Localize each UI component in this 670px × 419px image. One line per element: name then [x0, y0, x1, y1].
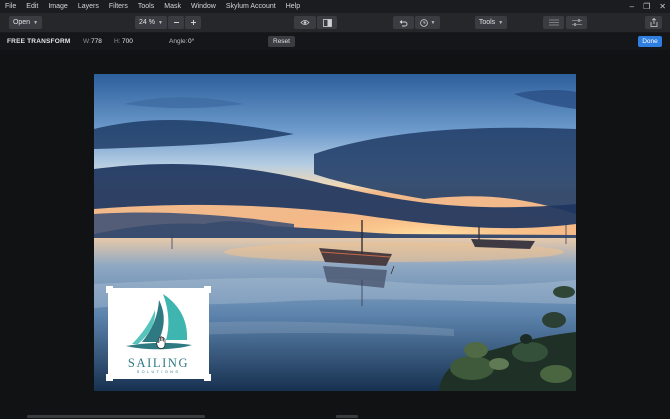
- compare-icon: [322, 18, 332, 27]
- angle-label: Angle:: [169, 38, 188, 45]
- hand-cursor-icon: [156, 336, 166, 349]
- share-icon: [650, 18, 657, 27]
- open-button[interactable]: Open ▼: [9, 16, 42, 29]
- maximize-icon[interactable]: ❐: [643, 2, 650, 11]
- menu-layers[interactable]: Layers: [73, 3, 104, 10]
- menu-tools[interactable]: Tools: [133, 3, 159, 10]
- zoom-value: 24 %: [139, 19, 155, 26]
- transform-handle-top-right[interactable]: [204, 286, 211, 293]
- menu-help[interactable]: Help: [281, 3, 305, 10]
- menu-mask[interactable]: Mask: [159, 3, 186, 10]
- close-icon[interactable]: ✕: [659, 2, 666, 11]
- zoom-dropdown[interactable]: 24 % ▼: [135, 16, 167, 29]
- angle-value[interactable]: 0°: [188, 38, 194, 45]
- height-value[interactable]: 700: [122, 38, 133, 45]
- menu-bar: File Edit Image Layers Filters Tools Mas…: [0, 0, 670, 13]
- menu-file[interactable]: File: [0, 3, 21, 10]
- logo-title: SAILING: [127, 356, 190, 370]
- tools-dropdown[interactable]: Tools ▼: [475, 16, 507, 29]
- menu-window[interactable]: Window: [186, 3, 221, 10]
- width-value[interactable]: 778: [91, 38, 102, 45]
- layers-icon: [548, 19, 559, 26]
- window-controls: – ❐ ✕: [630, 0, 666, 13]
- tools-label: Tools: [478, 19, 496, 26]
- logo-subtitle: SOLUTIONS: [136, 370, 181, 374]
- share-button[interactable]: [645, 16, 662, 29]
- zoom-in-button[interactable]: [185, 16, 201, 29]
- preview-eye-button[interactable]: [294, 16, 316, 29]
- compare-button[interactable]: [317, 16, 337, 29]
- done-button[interactable]: Done: [638, 36, 662, 47]
- transform-handle-bottom-left[interactable]: [106, 374, 113, 381]
- zoom-out-button[interactable]: [168, 16, 184, 29]
- adjustments-panel-button[interactable]: [566, 16, 587, 29]
- transform-handle-top-left[interactable]: [106, 286, 113, 293]
- width-label: W:: [83, 38, 91, 45]
- canvas-area[interactable]: SAILING SOLUTIONS: [0, 50, 670, 419]
- layers-panel-button[interactable]: [543, 16, 564, 29]
- undo-button[interactable]: [393, 16, 414, 29]
- plus-icon: [190, 20, 196, 25]
- chevron-down-icon: ▼: [430, 19, 436, 26]
- height-label: H:: [114, 38, 121, 45]
- sliders-icon: [571, 19, 582, 26]
- clock-icon: [419, 18, 428, 27]
- transform-handle-bottom-right[interactable]: [204, 374, 211, 381]
- chevron-down-icon: ▼: [158, 19, 163, 26]
- minus-icon: [173, 22, 179, 23]
- free-transform-bar: FREE TRANSFORM W: 778 H: 700 Angle: 0° R…: [0, 33, 670, 50]
- chevron-down-icon: ▼: [33, 19, 39, 26]
- menu-image[interactable]: Image: [43, 3, 72, 10]
- chevron-down-icon: ▼: [498, 19, 504, 26]
- horizontal-scrollbar[interactable]: [27, 415, 205, 418]
- history-button[interactable]: ▼: [415, 16, 440, 29]
- scrollbar-thumb[interactable]: [336, 415, 358, 418]
- undo-icon: [399, 19, 408, 26]
- logo-layer[interactable]: SAILING SOLUTIONS: [106, 286, 211, 381]
- open-button-label: Open: [12, 19, 31, 26]
- menu-edit[interactable]: Edit: [21, 3, 43, 10]
- menu-skylum-account[interactable]: Skylum Account: [221, 3, 281, 10]
- toolbar: Open ▼ 24 % ▼ ▼ Tools ▼: [0, 13, 670, 33]
- reset-button[interactable]: Reset: [268, 36, 295, 47]
- menu-filters[interactable]: Filters: [104, 3, 133, 10]
- free-transform-title: FREE TRANSFORM: [7, 38, 71, 45]
- eye-icon: [300, 20, 310, 25]
- minimize-icon[interactable]: –: [630, 2, 634, 11]
